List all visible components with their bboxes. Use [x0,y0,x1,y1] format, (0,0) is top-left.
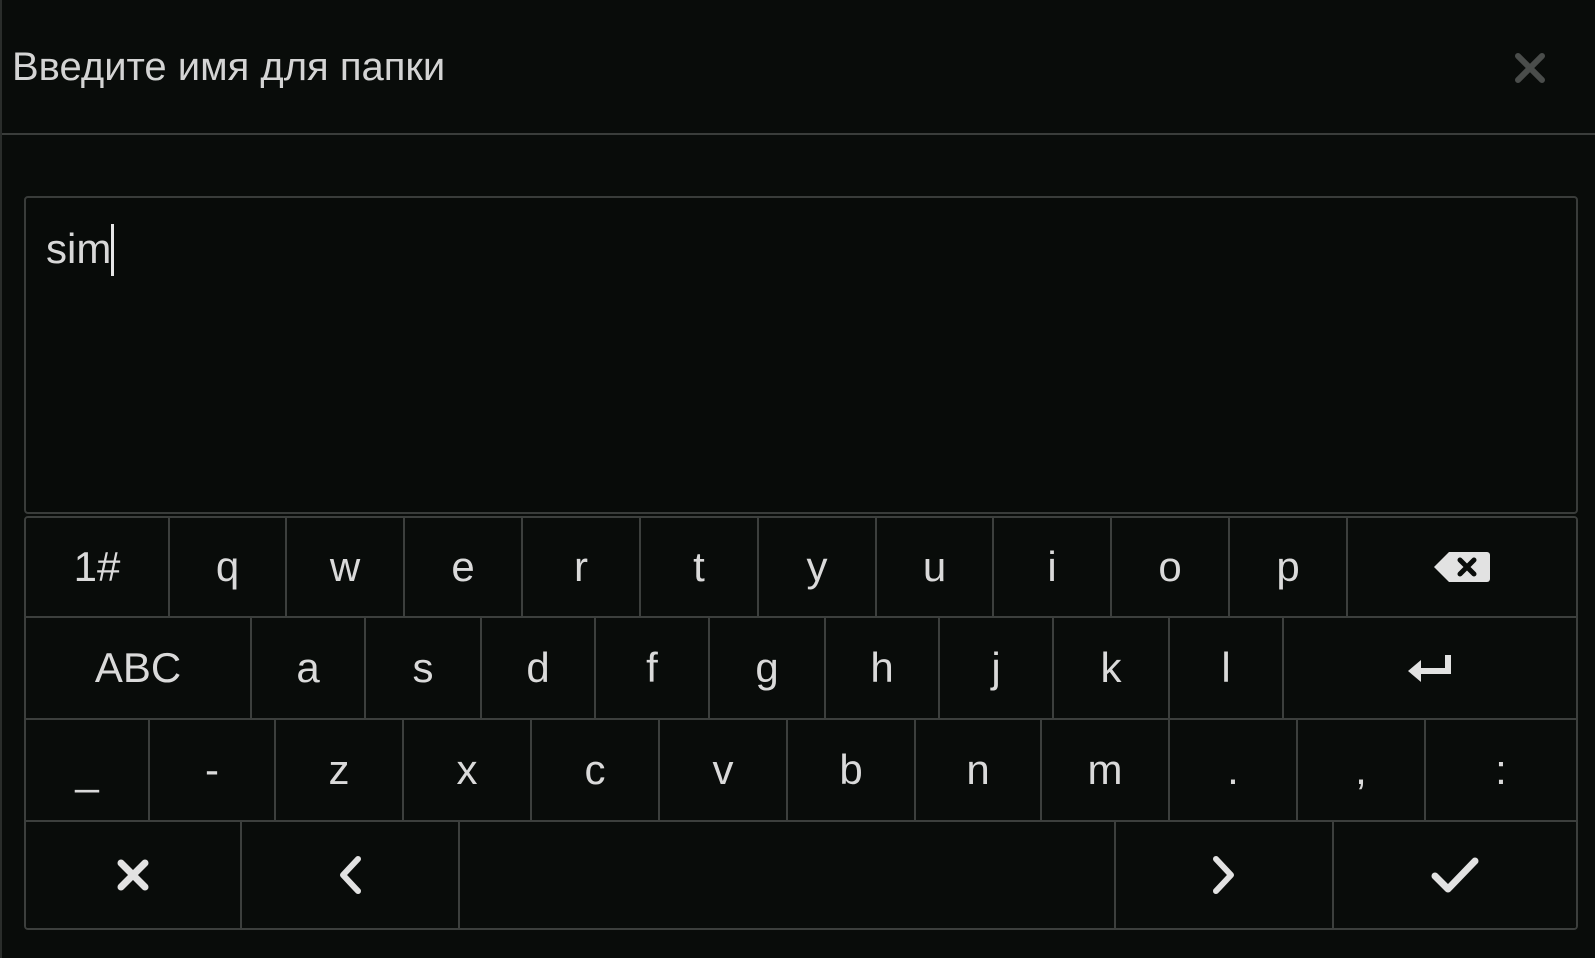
enter-icon [1408,655,1451,682]
key-w[interactable]: w [287,518,405,616]
keyboard-row-2: ABC a s d f g h j k l [26,618,1576,720]
backspace-key[interactable] [1348,518,1576,616]
dialog-header: Введите имя для папки [2,0,1595,135]
cancel-key[interactable] [26,822,242,928]
key-h[interactable]: h [826,618,940,718]
key-j[interactable]: j [940,618,1054,718]
arrow-right-icon [1213,856,1234,894]
backspace-icon [1434,552,1490,582]
key-a[interactable]: a [252,618,366,718]
key-z[interactable]: z [276,720,404,820]
close-button[interactable] [1502,40,1558,96]
confirm-key[interactable] [1334,822,1576,928]
key-g[interactable]: g [710,618,826,718]
input-value: sim [46,225,112,272]
key-period[interactable]: . [1170,720,1298,820]
key-hyphen[interactable]: - [150,720,276,820]
key-q[interactable]: q [170,518,287,616]
folder-name-dialog: Введите имя для папки sim 1# q w e r t y… [0,0,1595,958]
cancel-icon [117,859,149,891]
key-f[interactable]: f [596,618,710,718]
key-o[interactable]: o [1112,518,1230,616]
keyboard-row-4 [26,822,1576,928]
key-y[interactable]: y [759,518,877,616]
key-symbols[interactable]: 1# [26,518,170,616]
key-i[interactable]: i [994,518,1112,616]
key-t[interactable]: t [641,518,759,616]
cursor-right-key[interactable] [1116,822,1334,928]
key-n[interactable]: n [916,720,1042,820]
keyboard-row-1: 1# q w e r t y u i o p [26,518,1576,618]
cursor-left-key[interactable] [242,822,460,928]
key-u[interactable]: u [877,518,994,616]
key-s[interactable]: s [366,618,482,718]
key-k[interactable]: k [1054,618,1170,718]
on-screen-keyboard: 1# q w e r t y u i o p ABC a s d f g h j… [24,516,1578,930]
key-underscore[interactable]: _ [26,720,150,820]
key-c[interactable]: c [532,720,660,820]
key-x[interactable]: x [404,720,532,820]
enter-key[interactable] [1284,618,1576,718]
key-d[interactable]: d [482,618,596,718]
key-comma[interactable]: , [1298,720,1426,820]
dialog-title: Введите имя для папки [12,45,446,89]
key-colon[interactable]: : [1426,720,1576,820]
close-icon [1515,53,1545,83]
keyboard-row-3: _ - z x c v b n m . , : [26,720,1576,822]
key-shift-abc[interactable]: ABC [26,618,252,718]
key-r[interactable]: r [523,518,641,616]
arrow-left-icon [340,856,361,894]
key-e[interactable]: e [405,518,523,616]
folder-name-input[interactable]: sim [24,196,1578,514]
key-b[interactable]: b [788,720,916,820]
space-key[interactable] [460,822,1116,928]
text-caret [111,224,115,276]
confirm-check-icon [1431,857,1479,893]
key-m[interactable]: m [1042,720,1170,820]
key-v[interactable]: v [660,720,788,820]
key-p[interactable]: p [1230,518,1348,616]
key-l[interactable]: l [1170,618,1284,718]
